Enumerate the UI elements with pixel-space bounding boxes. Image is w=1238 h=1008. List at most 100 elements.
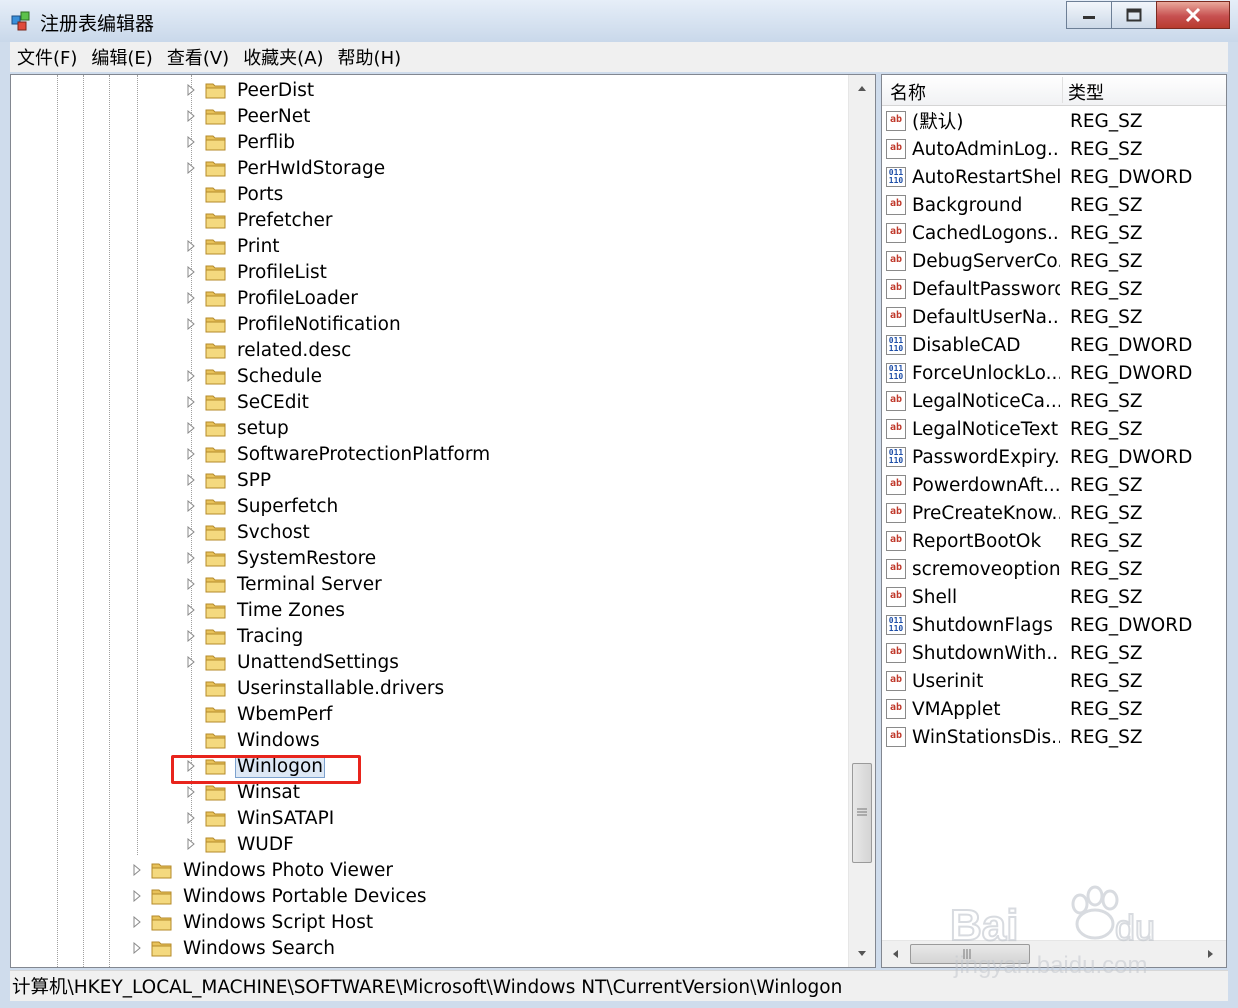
tree-node[interactable]: Userinstallable.drivers [185,675,446,701]
tree-node-label[interactable]: SPP [235,470,273,491]
tree-node-label[interactable]: Tracing [235,626,305,647]
tree-node[interactable]: Windows Photo Viewer [131,857,395,883]
tree-node[interactable]: Windows Search [131,935,337,961]
tree-node-label[interactable]: PeerNet [235,106,312,127]
tree-node[interactable]: Windows [185,727,322,753]
tree-node[interactable]: setup [185,415,291,441]
tree-node[interactable]: Schedule [185,363,324,389]
value-row[interactable]: ab PowerdownAft... REG_SZ [886,471,1226,499]
value-row[interactable]: ab Shell REG_SZ [886,583,1226,611]
scroll-left-arrow-icon[interactable] [890,948,902,960]
tree-node-label[interactable]: SeCEdit [235,392,311,413]
close-button[interactable] [1156,1,1230,29]
tree-node-label[interactable]: Userinstallable.drivers [235,678,446,699]
tree-node-label[interactable]: Winsat [235,782,302,803]
value-row[interactable]: ab DefaultUserNa... REG_SZ [886,303,1226,331]
value-row[interactable]: ab PreCreateKnow... REG_SZ [886,499,1226,527]
tree-node[interactable]: Tracing [185,623,305,649]
expand-arrow-icon[interactable] [185,526,197,538]
menu-help[interactable]: 帮助(H) [331,44,409,70]
expand-arrow-icon[interactable] [185,162,197,174]
tree-node[interactable]: Time Zones [185,597,347,623]
value-row[interactable]: ab CachedLogons... REG_SZ [886,219,1226,247]
value-row[interactable]: ab (默认) REG_SZ [886,107,1226,135]
tree-node-label[interactable]: SystemRestore [235,548,378,569]
minimize-button[interactable] [1066,1,1112,29]
tree-node[interactable]: Perflib [185,129,297,155]
expand-arrow-icon[interactable] [185,84,197,96]
tree-node-label[interactable]: ProfileLoader [235,288,360,309]
tree-node[interactable]: WbemPerf [185,701,334,727]
tree-node-label[interactable]: Windows Script Host [181,912,375,933]
value-row[interactable]: 011 110 ForceUnlockLo... REG_DWORD [886,359,1226,387]
tree-node-label[interactable]: ProfileNotification [235,314,403,335]
menu-favorites[interactable]: 收藏夹(A) [236,44,330,70]
expand-arrow-icon[interactable] [131,890,143,902]
tree-node[interactable]: ProfileLoader [185,285,360,311]
value-row[interactable]: ab DefaultPassword REG_SZ [886,275,1226,303]
expand-arrow-icon[interactable] [185,240,197,252]
value-row[interactable]: ab ReportBootOk REG_SZ [886,527,1226,555]
tree-node[interactable]: Windows Portable Devices [131,883,429,909]
value-row[interactable]: 011 110 PasswordExpiry... REG_DWORD [886,443,1226,471]
tree-node[interactable]: Svchost [185,519,312,545]
tree-node-label[interactable]: Terminal Server [235,574,384,595]
tree-node[interactable]: PeerNet [185,103,312,129]
tree-node-label[interactable]: WbemPerf [235,704,334,725]
tree-node[interactable]: related.desc [185,337,353,363]
tree-node[interactable]: SystemRestore [185,545,378,571]
tree-node-label[interactable]: Svchost [235,522,312,543]
scroll-up-arrow-icon[interactable] [856,83,868,95]
expand-arrow-icon[interactable] [185,110,197,122]
expand-arrow-icon[interactable] [185,656,197,668]
value-row[interactable]: ab LegalNoticeText REG_SZ [886,415,1226,443]
expand-arrow-icon[interactable] [185,136,197,148]
maximize-button[interactable] [1111,1,1157,29]
expand-arrow-icon[interactable] [185,630,197,642]
tree-node-label[interactable]: Perflib [235,132,297,153]
value-row[interactable]: 011 110 DisableCAD REG_DWORD [886,331,1226,359]
tree-node-label[interactable]: related.desc [235,340,353,361]
column-separator[interactable] [1062,77,1063,103]
tree-node[interactable]: PeerDist [185,77,316,103]
tree-node-label[interactable]: Windows [235,730,322,751]
expand-arrow-icon[interactable] [131,916,143,928]
expand-arrow-icon[interactable] [185,266,197,278]
value-row[interactable]: ab VMApplet REG_SZ [886,695,1226,723]
expand-arrow-icon[interactable] [185,578,197,590]
tree-node-label[interactable]: Prefetcher [235,210,334,231]
registry-values-pane[interactable]: 名称 类型 ab (默认) REG_SZ ab AutoAdminLog... REG_S… [881,74,1227,968]
tree-node-label[interactable]: WinSATAPI [235,808,336,829]
tree-node[interactable]: WinSATAPI [185,805,336,831]
expand-arrow-icon[interactable] [185,448,197,460]
value-row[interactable]: ab LegalNoticeCa... REG_SZ [886,387,1226,415]
expand-arrow-icon[interactable] [185,292,197,304]
tree-node[interactable]: UnattendSettings [185,649,401,675]
value-row[interactable]: ab WinStationsDis... REG_SZ [886,723,1226,751]
tree-node-label[interactable]: setup [235,418,291,439]
tree-scroll-thumb[interactable] [852,763,872,863]
expand-arrow-icon[interactable] [185,786,197,798]
tree-node-label[interactable]: ProfileList [235,262,329,283]
tree-node[interactable]: PerHwIdStorage [185,155,387,181]
tree-node-label[interactable]: PeerDist [235,80,316,101]
value-row[interactable]: 011 110 AutoRestartShell REG_DWORD [886,163,1226,191]
tree-node-label[interactable]: UnattendSettings [235,652,401,673]
tree-node-label[interactable]: Print [235,236,282,257]
tree-node[interactable]: Print [185,233,282,259]
tree-node-label[interactable]: Windows Search [181,938,337,959]
value-row[interactable]: ab ShutdownWith... REG_SZ [886,639,1226,667]
tree-vertical-scrollbar[interactable] [848,75,875,967]
tree-node-label[interactable]: SoftwareProtectionPlatform [235,444,492,465]
tree-node-label[interactable]: PerHwIdStorage [235,158,387,179]
tree-node-label[interactable]: Ports [235,184,285,205]
tree-node-label[interactable]: Schedule [235,366,324,387]
tree-node[interactable]: Superfetch [185,493,340,519]
expand-arrow-icon[interactable] [185,318,197,330]
menu-edit[interactable]: 编辑(E) [84,44,159,70]
expand-arrow-icon[interactable] [185,422,197,434]
tree-node-label[interactable]: Windows Photo Viewer [181,860,395,881]
tree-node[interactable]: Windows Script Host [131,909,375,935]
expand-arrow-icon[interactable] [131,864,143,876]
tree-node-label[interactable]: Time Zones [235,600,347,621]
